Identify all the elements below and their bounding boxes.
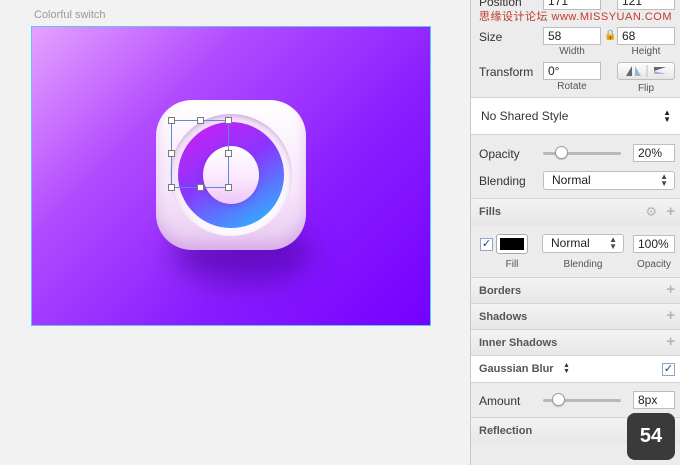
shadows-header[interactable]: Shadows + xyxy=(471,304,680,329)
resize-handle-bottom-left[interactable] xyxy=(168,184,175,191)
amount-label: Amount xyxy=(479,394,521,408)
width-field[interactable]: 58 xyxy=(543,27,601,45)
fills-header[interactable]: Fills ⚙ + xyxy=(471,199,680,226)
artboard-title[interactable]: Colorful switch xyxy=(34,9,106,21)
fill-opacity-field[interactable]: 100% xyxy=(633,235,675,253)
lock-icon[interactable]: 🔒 xyxy=(604,30,616,41)
inspector-panel: Position 171 121 思缘设计论坛 www.MISSYUAN.COM… xyxy=(470,0,680,465)
opacity-field[interactable]: 20% xyxy=(633,144,675,162)
resize-handle-bottom[interactable] xyxy=(197,184,204,191)
opacity-label: Opacity xyxy=(479,147,520,161)
blending-label: Blending xyxy=(479,174,526,188)
resize-handle-bottom-right[interactable] xyxy=(225,184,232,191)
blending-sublabel: Blending xyxy=(563,259,603,270)
add-fill-plus-icon[interactable]: + xyxy=(666,204,675,219)
resize-handle-right[interactable] xyxy=(225,150,232,157)
blending-select[interactable]: Normal ▲ ▼ xyxy=(543,171,675,190)
flip-control xyxy=(617,62,675,80)
add-shadow-plus-icon[interactable]: + xyxy=(666,308,675,323)
height-field[interactable]: 68 xyxy=(617,27,675,45)
fills-title: Fills xyxy=(479,206,502,218)
flip-sublabel: Flip xyxy=(637,83,655,94)
resize-handle-top-left[interactable] xyxy=(168,117,175,124)
flip-horizontal-icon[interactable] xyxy=(618,63,676,79)
blur-amount-field[interactable]: 8px xyxy=(633,391,675,409)
rotate-field[interactable]: 0° xyxy=(543,62,601,80)
resize-handle-top[interactable] xyxy=(197,117,204,124)
blending-value: Normal xyxy=(552,173,591,187)
fill-color-swatch xyxy=(500,238,524,250)
inner-shadows-title: Inner Shadows xyxy=(479,337,558,349)
inner-shadows-header[interactable]: Inner Shadows + xyxy=(471,330,680,355)
updown-arrows-icon: ▲ ▼ xyxy=(609,235,617,251)
fill-sublabel: Fill xyxy=(505,259,519,270)
fill-enabled-checkbox[interactable]: ✓ xyxy=(480,238,493,251)
borders-header[interactable]: Borders + xyxy=(471,278,680,303)
size-label: Size xyxy=(479,30,503,44)
add-border-plus-icon[interactable]: + xyxy=(666,282,675,297)
opacity-slider-thumb[interactable] xyxy=(555,146,568,159)
canvas[interactable]: Colorful switch xyxy=(0,0,470,465)
rotate-sublabel: Rotate xyxy=(557,81,587,92)
shared-style-picker[interactable]: No Shared Style ▲ ▼ xyxy=(471,97,680,135)
updown-arrows-icon: ▲ ▼ xyxy=(663,108,671,124)
width-sublabel: Width xyxy=(559,46,585,57)
watermark: 思缘设计论坛 www.MISSYUAN.COM xyxy=(478,11,672,23)
height-sublabel: Height xyxy=(631,46,661,57)
fill-blend-value: Normal xyxy=(551,236,590,250)
gaussian-blur-header[interactable]: Gaussian Blur ▲ ▼ ✓ xyxy=(471,356,680,382)
artboard[interactable] xyxy=(31,26,431,326)
gaussian-blur-checkbox[interactable]: ✓ xyxy=(662,363,675,376)
shared-style-label: No Shared Style xyxy=(481,109,569,123)
updown-arrows-icon[interactable]: ▲ ▼ xyxy=(563,362,570,375)
reflection-title: Reflection xyxy=(479,425,533,437)
resize-handle-left[interactable] xyxy=(168,150,175,157)
selection-box[interactable] xyxy=(168,117,232,191)
transform-label: Transform xyxy=(479,65,534,79)
blur-amount-slider-thumb[interactable] xyxy=(552,393,565,406)
resize-handle-top-right[interactable] xyxy=(225,117,232,124)
fill-color-well[interactable] xyxy=(496,234,528,254)
shadows-title: Shadows xyxy=(479,311,528,323)
opacity-sublabel: Opacity xyxy=(637,259,671,270)
gear-icon[interactable]: ⚙ xyxy=(645,204,657,220)
add-inner-shadow-plus-icon[interactable]: + xyxy=(666,334,675,349)
gaussian-blur-title: Gaussian Blur xyxy=(479,363,554,375)
updown-arrows-icon: ▲ ▼ xyxy=(660,172,668,188)
fill-blend-select[interactable]: Normal ▲ ▼ xyxy=(542,234,624,253)
step-badge: 54 xyxy=(627,413,675,460)
borders-title: Borders xyxy=(479,285,522,297)
